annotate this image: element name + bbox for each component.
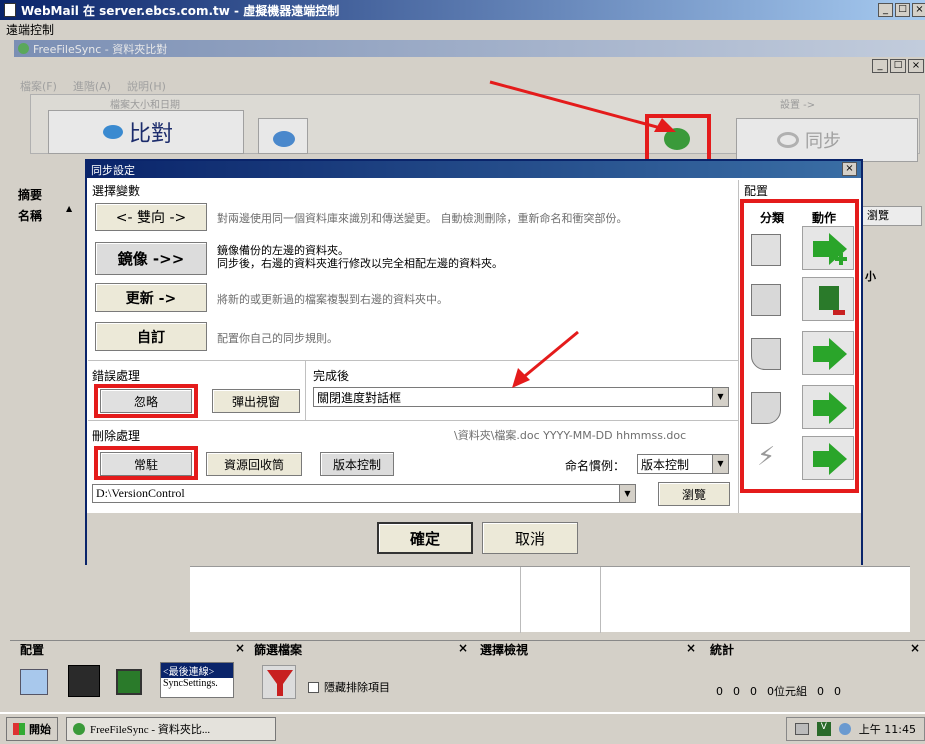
stat-value: 0 xyxy=(716,684,723,698)
hide-excluded-label: 隱藏排除項目 xyxy=(324,681,390,694)
stat-value: 0 xyxy=(750,684,757,698)
last-session-item[interactable]: <最後連線> xyxy=(161,663,233,678)
annotation-arrows xyxy=(489,80,676,388)
stats-panel-close-icon[interactable]: × xyxy=(910,641,920,661)
task-label: FreeFileSync - 資料夾比... xyxy=(90,724,211,736)
vmware-icon[interactable]: V xyxy=(816,722,831,736)
taskbar: 開始 FreeFileSync - 資料夾比... V 上午 11:45 xyxy=(0,712,925,744)
last-session-list[interactable]: <最後連線> SyncSettings. xyxy=(160,662,234,698)
clock: 上午 11:45 xyxy=(858,723,916,736)
hide-excluded-checkbox[interactable] xyxy=(308,681,319,693)
save-config-icon[interactable] xyxy=(68,665,100,697)
taskbar-task[interactable]: FreeFileSync - 資料夾比... xyxy=(66,717,276,741)
sync-settings-item[interactable]: SyncSettings. xyxy=(161,678,233,689)
stat-value: 0 xyxy=(817,684,824,698)
filter-panel-close-icon[interactable]: × xyxy=(458,641,468,661)
config-panel-close-icon[interactable]: × xyxy=(235,641,245,661)
stat-value: 0位元組 xyxy=(767,685,807,698)
view-panel-title: 選擇檢視 xyxy=(480,643,529,657)
bottom-panels: 配置 × 篩選檔案 × 選擇檢視 × 統計 × <最後連線> SyncSetti… xyxy=(10,640,925,704)
load-config-icon[interactable] xyxy=(116,669,142,695)
filter-funnel-icon[interactable] xyxy=(262,665,296,699)
filter-panel-title: 篩選檔案 xyxy=(254,643,303,657)
hide-excluded-option[interactable]: 隱藏排除項目 xyxy=(308,679,390,695)
stat-value: 0 xyxy=(834,684,841,698)
stats-panel-title: 統計 xyxy=(710,643,735,657)
new-config-icon[interactable] xyxy=(20,669,48,695)
view-panel-close-icon[interactable]: × xyxy=(686,641,696,661)
task-icon xyxy=(73,723,85,735)
start-label: 開始 xyxy=(29,723,51,736)
stats-values: 0 0 0 0位元組 0 0 xyxy=(716,683,841,699)
network-icon[interactable] xyxy=(838,723,851,735)
printer-icon[interactable] xyxy=(794,723,809,735)
start-button[interactable]: 開始 xyxy=(6,717,58,741)
system-tray: V 上午 11:45 xyxy=(785,717,925,741)
config-panel-title: 配置 xyxy=(20,643,45,657)
stat-value: 0 xyxy=(733,684,740,698)
windows-logo-icon xyxy=(13,723,25,735)
